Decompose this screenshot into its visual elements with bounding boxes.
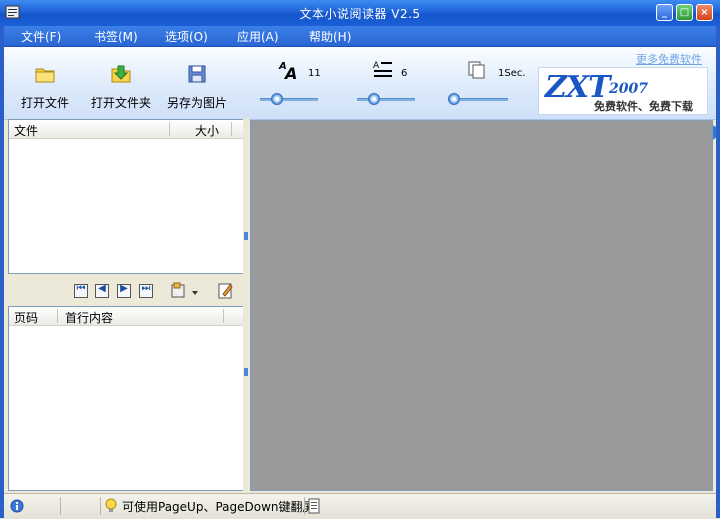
first-page-button[interactable]: ⏮	[74, 283, 88, 298]
bookmark-list[interactable]: 页码 首行内容	[8, 306, 244, 491]
bookmark-tools-icon[interactable]	[170, 282, 200, 300]
page-interval-value: 1Sec.	[498, 68, 526, 79]
line-spacing-track[interactable]	[357, 98, 415, 101]
menu-bar: 文件(F) 书签(M) 选项(O) 应用(A) 帮助(H)	[0, 26, 720, 47]
minimize-icon: _	[662, 7, 667, 18]
logo-year: 2007	[609, 81, 648, 97]
brand-logo[interactable]: ZXT 2007 免费软件、免费下载	[538, 67, 708, 115]
status-cell	[0, 497, 61, 515]
column-header-first-line[interactable]: 首行内容	[65, 309, 113, 326]
menu-options[interactable]: 选项(O)	[165, 28, 208, 45]
column-divider[interactable]	[57, 309, 58, 323]
font-size-control: A A 11	[256, 59, 326, 107]
bookmark-list-header: 页码 首行内容	[9, 307, 243, 326]
close-button[interactable]: ×	[696, 4, 713, 21]
window-border-left	[0, 26, 4, 518]
save-disk-icon	[188, 65, 206, 83]
first-page-icon: ⏮	[76, 283, 86, 294]
font-size-slider-thumb[interactable]	[271, 93, 284, 105]
app-window: 文本小说阅读器 V2.5 _ □ × 文件(F) 书签(M) 选项(O) 应用(…	[0, 0, 720, 519]
column-divider[interactable]	[231, 122, 232, 136]
font-size-track[interactable]	[260, 98, 318, 101]
column-divider[interactable]	[169, 122, 170, 136]
line-spacing-value: 6	[401, 68, 408, 79]
save-as-image-label: 另存为图片	[166, 96, 227, 110]
column-header-file[interactable]: 文件	[14, 122, 38, 139]
page-interval-control: 1Sec.	[444, 59, 530, 107]
last-page-button[interactable]: ⏭	[139, 283, 153, 298]
splitter-grip-bottom[interactable]	[244, 368, 248, 376]
next-page-icon: ▶	[120, 283, 128, 294]
line-spacing-control: A 6	[353, 59, 423, 107]
status-hint: 可使用PageUp、PageDown键翻屏	[122, 500, 315, 514]
font-size-value: 11	[308, 68, 321, 79]
file-list[interactable]: 文件 大小	[8, 119, 244, 274]
panel-splitter[interactable]	[243, 118, 249, 491]
reading-area[interactable]	[250, 120, 713, 491]
open-file-button[interactable]: 打开文件	[20, 63, 70, 111]
file-list-header: 文件 大小	[9, 120, 243, 139]
prev-page-icon: ◀	[98, 283, 106, 294]
svg-text:A: A	[283, 64, 297, 81]
maximize-button[interactable]: □	[676, 4, 693, 21]
close-icon: ×	[700, 7, 709, 18]
logo-tagline: 免费软件、免费下载	[594, 100, 693, 113]
open-folder-icon	[111, 65, 131, 83]
column-header-size[interactable]: 大小	[195, 122, 219, 139]
svg-text:A: A	[373, 61, 380, 71]
font-size-icon: A A	[278, 61, 297, 81]
save-as-image-button[interactable]: 另存为图片	[166, 63, 228, 111]
menu-bookmarks[interactable]: 书签(M)	[94, 28, 138, 45]
page-interval-slider-thumb[interactable]	[448, 93, 460, 105]
status-cell	[300, 497, 305, 515]
status-bar: 可使用PageUp、PageDown键翻屏	[0, 493, 720, 519]
minimize-button[interactable]: _	[656, 4, 673, 21]
title-bar[interactable]: 文本小说阅读器 V2.5 _ □ ×	[0, 0, 720, 26]
status-cell	[324, 497, 714, 515]
lightbulb-icon	[105, 498, 117, 512]
window-border-right	[716, 26, 720, 518]
menu-apps[interactable]: 应用(A)	[237, 28, 279, 45]
folder-icon	[35, 68, 55, 83]
edit-icon[interactable]	[218, 282, 234, 300]
more-software-link[interactable]: 更多免费软件	[636, 51, 702, 67]
pages-icon	[468, 61, 485, 79]
open-file-label: 打开文件	[20, 96, 69, 110]
menu-help[interactable]: 帮助(H)	[309, 28, 351, 45]
maximize-icon: □	[679, 7, 690, 18]
page-nav-toolbar: ⏮ ◀ ▶ ⏭	[8, 278, 244, 304]
window-title: 文本小说阅读器 V2.5	[299, 7, 421, 21]
last-page-icon: ⏭	[141, 283, 151, 294]
next-page-button[interactable]: ▶	[117, 283, 131, 298]
prev-page-button[interactable]: ◀	[95, 283, 109, 298]
open-folder-label: 打开文件夹	[90, 96, 151, 110]
toolbar: 打开文件 打开文件夹 另存为图片 A A 11 A 6 1Sec. 更多免费软件…	[0, 47, 720, 120]
open-folder-button[interactable]: 打开文件夹	[90, 63, 152, 111]
document-icon[interactable]	[308, 498, 320, 514]
column-divider[interactable]	[223, 309, 224, 323]
menu-file[interactable]: 文件(F)	[21, 28, 61, 45]
line-spacing-slider-thumb[interactable]	[368, 93, 381, 105]
column-header-page[interactable]: 页码	[14, 309, 38, 326]
status-cell	[60, 497, 101, 515]
splitter-grip-top[interactable]	[244, 232, 248, 240]
line-spacing-icon: A	[373, 61, 392, 77]
